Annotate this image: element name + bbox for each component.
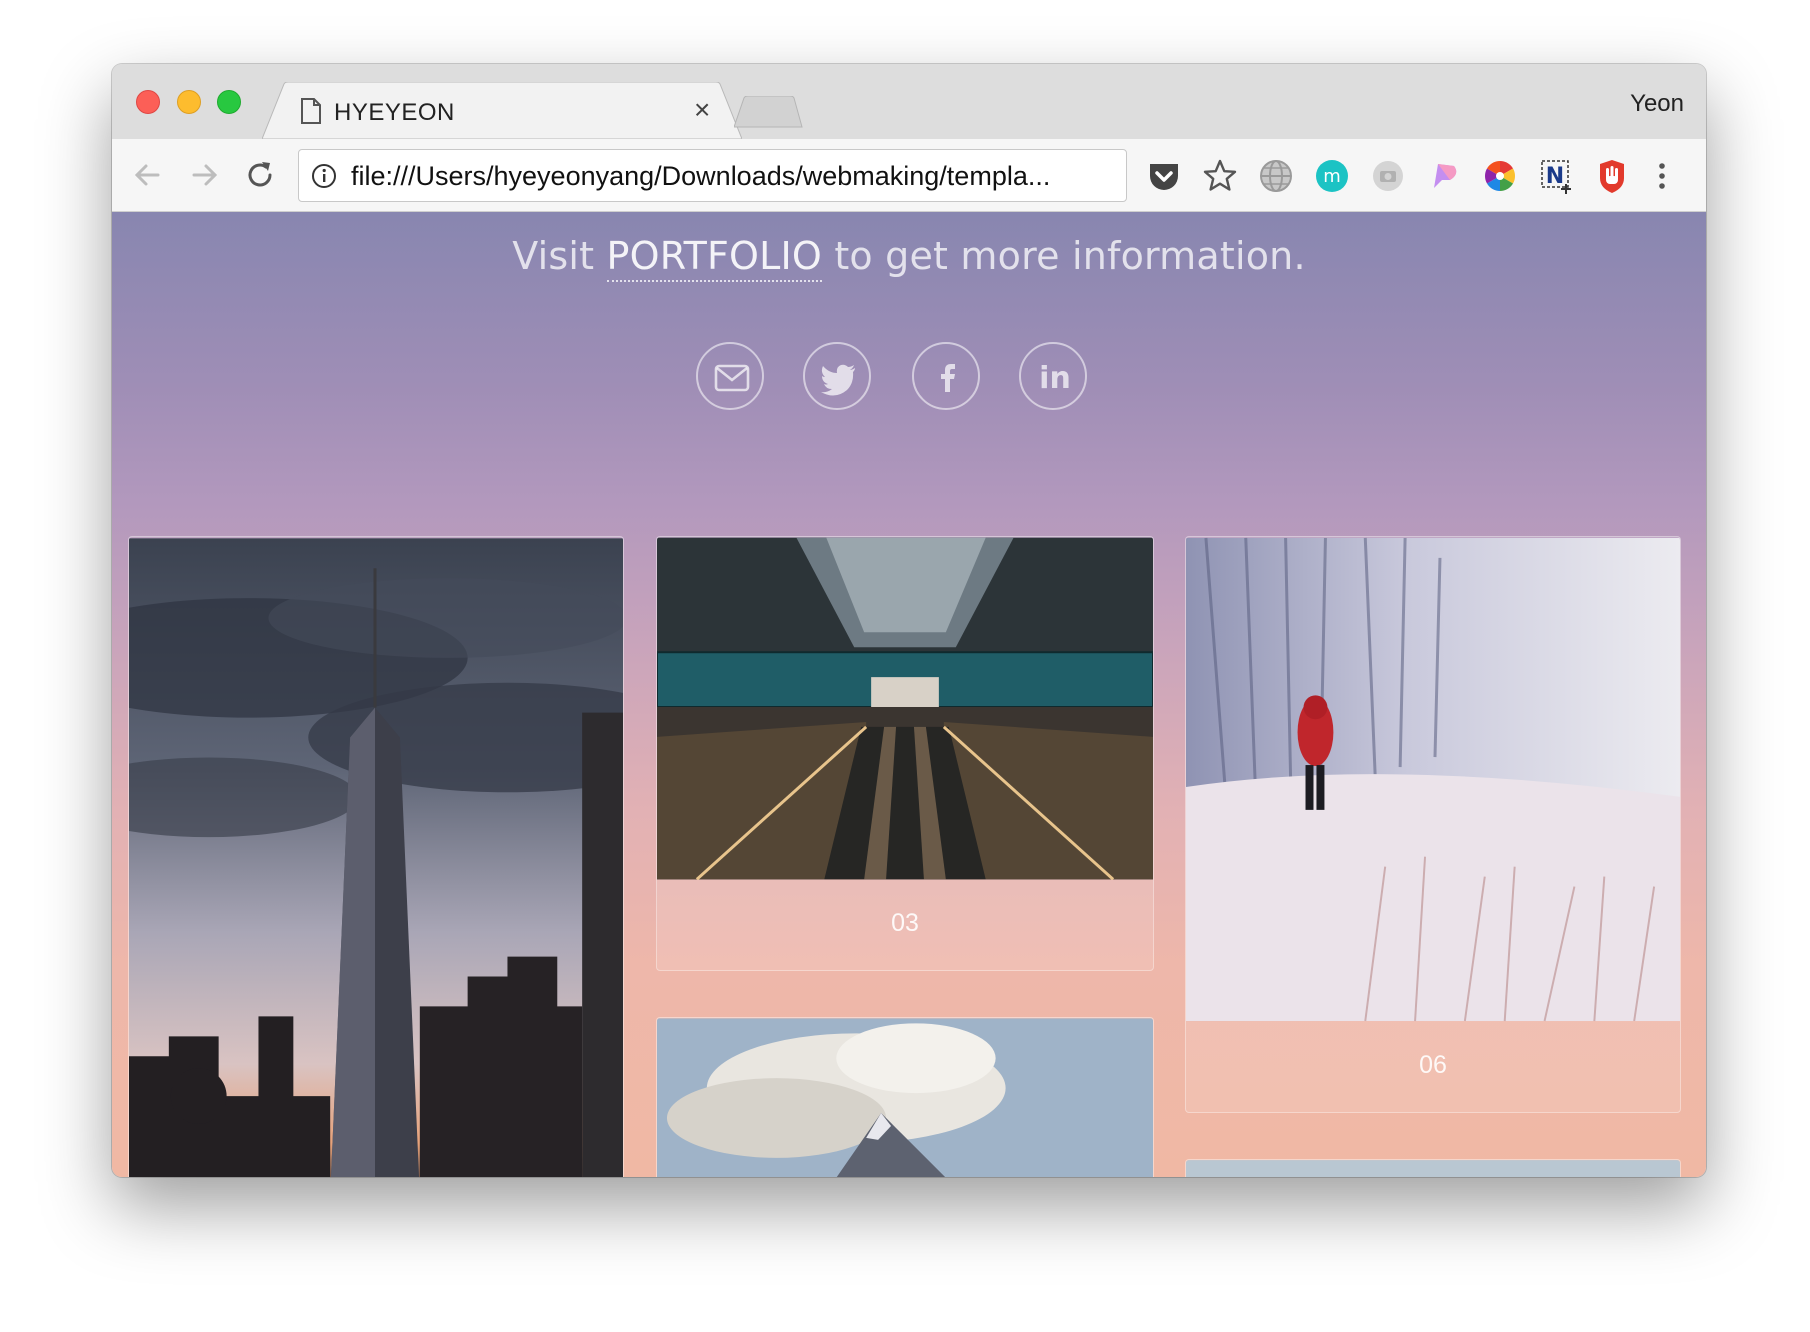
escalator-image xyxy=(657,537,1153,880)
svg-text:N: N xyxy=(1546,164,1564,189)
gallery-card-03[interactable]: 03 xyxy=(656,536,1154,971)
headline: Visit PORTFOLIO to get more information. xyxy=(112,234,1706,282)
page-icon xyxy=(301,98,321,124)
twitter-icon xyxy=(821,364,855,396)
url-text[interactable]: file:///Users/hyeyeonyang/Downloads/webm… xyxy=(351,161,1050,192)
back-arrow-icon[interactable] xyxy=(130,157,166,193)
profile-name[interactable]: Yeon xyxy=(1630,90,1684,118)
svg-text:m: m xyxy=(1323,166,1341,187)
city-skyline-image xyxy=(129,538,623,1177)
svg-text:in: in xyxy=(1039,361,1071,396)
gallery-card-mountain[interactable] xyxy=(656,1017,1154,1177)
forward-arrow-icon[interactable] xyxy=(186,157,222,193)
n-extension-icon[interactable]: N xyxy=(1536,156,1576,196)
gallery-card-06[interactable]: 06 xyxy=(1185,536,1681,1113)
browser-window: HYEYEON × Yeon file:///Users/hyeyeonyang… xyxy=(112,64,1706,1177)
snow-field-image xyxy=(1186,537,1680,1022)
headline-suffix: to get more information. xyxy=(822,234,1306,278)
close-window-button[interactable] xyxy=(136,90,160,114)
info-icon[interactable] xyxy=(311,163,337,189)
new-tab-button[interactable] xyxy=(734,96,804,128)
star-icon[interactable] xyxy=(1200,156,1240,196)
adblock-hand-icon[interactable] xyxy=(1592,156,1632,196)
gallery-card-city[interactable] xyxy=(128,536,624,1177)
card-caption-03: 03 xyxy=(891,909,919,937)
color-wheel-icon[interactable] xyxy=(1480,156,1520,196)
facebook-icon xyxy=(941,364,955,392)
address-bar[interactable]: file:///Users/hyeyeonyang/Downloads/webm… xyxy=(298,149,1127,202)
mail-button[interactable] xyxy=(696,342,764,410)
mail-icon xyxy=(714,364,750,392)
tab-active[interactable]: HYEYEON × xyxy=(262,82,742,139)
tab-title: HYEYEON xyxy=(334,99,455,126)
globe-icon[interactable] xyxy=(1256,156,1296,196)
menu-dots-icon[interactable] xyxy=(1642,156,1682,196)
linkedin-icon: in xyxy=(1039,361,1071,396)
twitter-button[interactable] xyxy=(803,342,871,410)
pen-extension-icon[interactable] xyxy=(1424,156,1464,196)
reload-icon[interactable] xyxy=(242,157,278,193)
camera-extension-icon[interactable] xyxy=(1368,156,1408,196)
portfolio-link[interactable]: PORTFOLIO xyxy=(606,234,823,282)
headline-prefix: Visit xyxy=(512,234,607,278)
card-caption-06: 06 xyxy=(1419,1051,1447,1079)
pocket-icon[interactable] xyxy=(1144,156,1184,196)
facebook-button[interactable] xyxy=(912,342,980,410)
minimize-window-button[interactable] xyxy=(177,90,201,114)
partial-image xyxy=(1186,1160,1680,1177)
linkedin-button[interactable]: in xyxy=(1019,342,1087,410)
mountain-image xyxy=(657,1018,1153,1177)
gallery-card-partial[interactable] xyxy=(1185,1159,1681,1177)
tab-close-button[interactable]: × xyxy=(694,96,710,124)
page-content: Visit PORTFOLIO to get more information.… xyxy=(112,212,1706,1177)
toolbar: file:///Users/hyeyeonyang/Downloads/webm… xyxy=(112,139,1706,212)
m-extension-icon[interactable]: m xyxy=(1312,156,1352,196)
tab-strip: HYEYEON × Yeon xyxy=(112,64,1706,139)
zoom-window-button[interactable] xyxy=(217,90,241,114)
